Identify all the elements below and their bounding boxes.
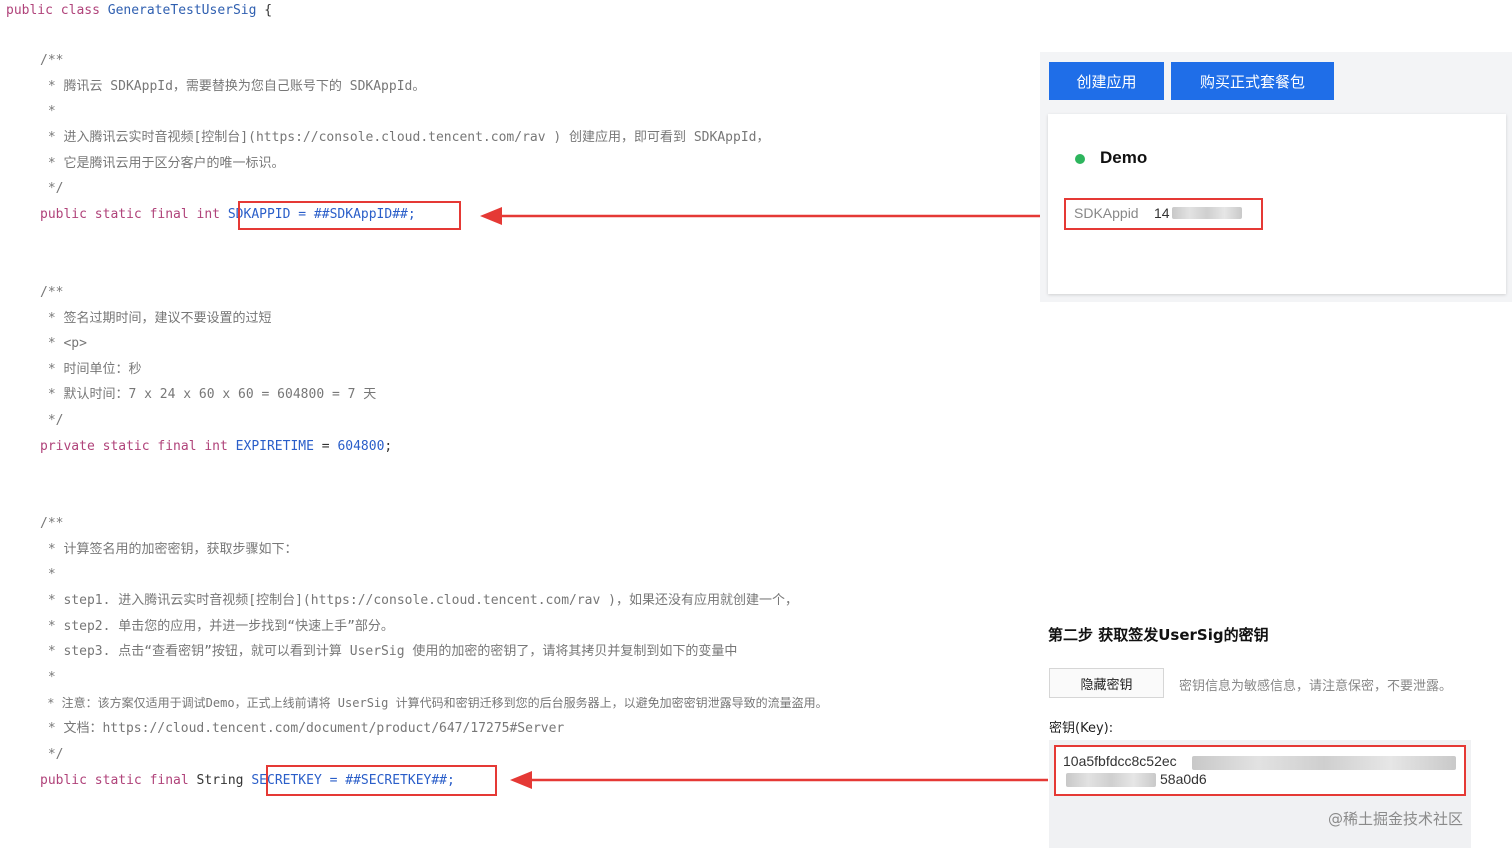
key-value-line1: 10a5fbfdcc8c52ec [1063, 753, 1177, 769]
create-app-button[interactable]: 创建应用 [1049, 62, 1164, 100]
comment-line: /** [40, 285, 64, 300]
class-name: GenerateTestUserSig [107, 3, 257, 18]
expiretime-name: EXPIRETIME [235, 439, 314, 454]
comment-line: * 它是腾讯云用于区分客户的唯一标识。 [40, 156, 285, 171]
arrow-to-secretkey [510, 771, 1048, 789]
key-redacted-part2 [1066, 773, 1156, 787]
comment-line: */ [40, 747, 64, 762]
sdkappid-highlight-box [238, 201, 461, 230]
comment-line: */ [40, 413, 64, 428]
sdkappid-label: SDKAppid [1074, 205, 1139, 221]
status-dot [1075, 154, 1085, 164]
comment-line: * 签名过期时间，建议不要设置的过短 [40, 311, 272, 326]
key-sensitive-hint: 密钥信息为敏感信息，请注意保密，不要泄露。 [1179, 679, 1453, 694]
comment-line: * [40, 104, 56, 119]
comment-line: * 注意：该方案仅适用于调试Demo，正式上线前请将 UserSig 计算代码和… [40, 696, 828, 710]
comment-line: * [40, 670, 56, 685]
expiretime-declaration: private static final int EXPIRETIME = 60… [40, 436, 392, 458]
code-editor: public class GenerateTestUserSig { /** *… [0, 0, 1040, 853]
step2-title: 第二步 获取签发UserSig的密钥 [1048, 626, 1269, 644]
hide-key-button[interactable]: 隐藏密钥 [1049, 668, 1164, 698]
comment-line: * step3. 点击“查看密钥”按钮，就可以看到计算 UserSig 使用的加… [40, 644, 738, 659]
class-keyword: public class [6, 3, 100, 18]
comment-line: /** [40, 516, 64, 531]
comment-line: */ [40, 181, 64, 196]
comment-line: * <p> [40, 336, 87, 351]
expiretime-semicolon: ; [384, 439, 393, 454]
comment-line: * 默认时间：7 x 24 x 60 x 60 = 604800 = 7 天 [40, 387, 377, 402]
comment-line: * 计算签名用的加密密钥，获取步骤如下： [40, 542, 298, 557]
comment-line: /** [40, 53, 64, 68]
comment-line: * 进入腾讯云实时音视频[控制台](https://console.cloud.… [40, 130, 770, 145]
comment-line: * 时间单位：秒 [40, 362, 142, 377]
comment-line: * step2. 单击您的应用，并进一步找到“快速上手”部分。 [40, 619, 394, 634]
comment-line: * 文档：https://cloud.tencent.com/document/… [40, 721, 565, 736]
expiretime-value: 604800 [337, 439, 385, 454]
comment-line: * 腾讯云 SDKAppId，需要替换为您自己账号下的 SDKAppId。 [40, 79, 426, 94]
key-value-line2: 58a0d6 [1160, 771, 1207, 787]
secretkey-type: String [188, 773, 244, 788]
class-declaration: public class GenerateTestUserSig { [6, 0, 272, 22]
key-redacted-part1 [1192, 756, 1456, 770]
comment-line: * [40, 567, 56, 582]
sdkappid-redacted [1172, 207, 1242, 219]
sdkappid-keywords: public static final int [40, 207, 221, 222]
key-label: 密钥(Key): [1049, 721, 1114, 736]
arrow-to-sdkappid [480, 207, 1042, 225]
sdkappid-value: 14 [1154, 205, 1170, 221]
expiretime-equals: = [313, 439, 338, 454]
secretkey-keywords: public static final [40, 773, 189, 788]
class-brace: { [264, 3, 273, 18]
app-name: Demo [1100, 148, 1148, 167]
watermark: @稀土掘金技术社区 [1328, 810, 1464, 828]
comment-line: * step1. 进入腾讯云实时音视频[控制台](https://console… [40, 593, 798, 608]
buy-package-button[interactable]: 购买正式套餐包 [1171, 62, 1334, 100]
expiretime-keywords: private static final int [40, 439, 228, 454]
secretkey-highlight-box [266, 765, 497, 796]
